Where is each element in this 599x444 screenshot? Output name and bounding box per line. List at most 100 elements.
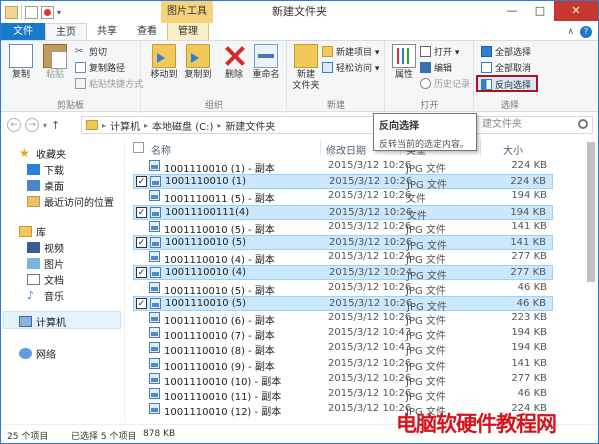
tab-manage[interactable]: 管理 bbox=[167, 23, 209, 40]
file-row[interactable]: ✓ 10011100111(4) 2015/3/12 10:26 文件 194 KB bbox=[133, 204, 553, 222]
row-checkbox[interactable]: ✓ bbox=[136, 176, 147, 188]
address-bar[interactable]: ▸ 计算机 ▸ 本地磁盘 (C:) ▸ 新建文件夹 bbox=[81, 116, 411, 134]
close-button[interactable]: ✕ bbox=[554, 1, 598, 21]
file-row[interactable]: 1001110010 (5) - 副本 2015/3/12 10:26 JPG 文件… bbox=[133, 281, 553, 297]
delete-label: 删除 bbox=[224, 70, 243, 80]
new-folder-qat-icon[interactable] bbox=[41, 5, 54, 19]
file-row[interactable]: 1001110010 (6) - 副本 2015/3/12 10:26 JPG 文件… bbox=[133, 311, 553, 327]
column-date[interactable]: 修改日期 bbox=[326, 142, 366, 157]
rename-button[interactable]: 重命名 bbox=[250, 44, 282, 81]
file-row[interactable]: ✓ 1001110010 (5) 2015/3/12 10:26 JPG 文件 46 K… bbox=[133, 295, 553, 313]
file-row[interactable]: 1001110010 (5) - 副本 2015/3/12 10:26 JPG 文件… bbox=[133, 220, 553, 236]
nav-documents[interactable]: 文档 bbox=[27, 272, 64, 287]
file-type: JPG 文件 bbox=[406, 285, 446, 297]
move-to-button[interactable]: 移动到 bbox=[148, 44, 180, 81]
folder-icon bbox=[5, 5, 18, 19]
minimize-button[interactable]: — bbox=[498, 1, 526, 21]
delete-button[interactable]: 删除 bbox=[218, 44, 250, 81]
copy-path-button[interactable]: 复制路径 bbox=[75, 61, 125, 74]
file-row[interactable]: 1001110010 (7) - 副本 2015/3/12 10:43 JPG 文件… bbox=[133, 326, 553, 342]
chevron-right-icon[interactable]: ▸ bbox=[217, 121, 221, 130]
row-checkbox[interactable]: ✓ bbox=[136, 267, 147, 279]
forward-button[interactable]: → bbox=[25, 118, 39, 132]
tab-file[interactable]: 文件 bbox=[1, 23, 45, 40]
clipboard-group: 复制 粘贴 剪切 复制路径 粘贴快捷方式 剪贴板 bbox=[1, 41, 143, 113]
row-checkbox[interactable]: ✓ bbox=[136, 206, 147, 218]
history-label: 历史记录 bbox=[434, 80, 471, 90]
copy-button[interactable]: 复制 bbox=[5, 44, 37, 81]
select-all-checkbox[interactable] bbox=[133, 142, 144, 153]
nav-favorites-label: 收藏夹 bbox=[36, 150, 66, 161]
file-date: 2015/3/12 10:43 bbox=[328, 342, 412, 354]
copy-to-button[interactable]: 复制到 bbox=[182, 44, 214, 81]
scrollbar-thumb[interactable] bbox=[587, 142, 595, 282]
select-none-button[interactable]: 全部取消 bbox=[481, 61, 531, 74]
help-icon[interactable]: ? bbox=[580, 25, 592, 38]
chevron-right-icon[interactable]: ▸ bbox=[102, 121, 106, 130]
file-name: 1001110010 (10) - 副本 bbox=[164, 376, 282, 388]
collapse-ribbon-icon[interactable]: ∧ bbox=[567, 27, 574, 37]
nav-music[interactable]: ♪ 音乐 bbox=[27, 288, 64, 303]
nav-desktop[interactable]: 桌面 bbox=[27, 178, 64, 193]
breadcrumb-computer[interactable]: 计算机 bbox=[110, 118, 140, 133]
breadcrumb-folder[interactable]: 新建文件夹 bbox=[225, 118, 275, 133]
column-divider[interactable] bbox=[320, 140, 321, 156]
file-row[interactable]: 1001110010 (10) - 副本 2015/3/12 10:26 JPG 文… bbox=[133, 372, 553, 388]
file-row[interactable]: 1001110010 (11) - 副本 2015/3/12 10:26 JPG 文… bbox=[133, 387, 553, 403]
file-row[interactable]: 1001110010 (9) - 副本 2015/3/12 10:26 JPG 文件… bbox=[133, 357, 553, 373]
nav-pictures[interactable]: 图片 bbox=[27, 256, 64, 271]
nav-favorites[interactable]: ★ 收藏夹 bbox=[19, 146, 66, 161]
cut-button[interactable]: 剪切 bbox=[75, 45, 107, 58]
column-name[interactable]: 名称 bbox=[151, 142, 171, 157]
column-divider[interactable] bbox=[480, 140, 481, 156]
breadcrumb-drive[interactable]: 本地磁盘 (C:) bbox=[152, 118, 213, 133]
customize-qat-chevron-icon[interactable]: ▾ bbox=[57, 8, 61, 17]
open-label: 打开 ▾ bbox=[434, 48, 460, 58]
file-row[interactable]: ✓ 1001110010 (1) 2015/3/12 10:26 JPG 文件 224 … bbox=[133, 174, 553, 191]
row-checkbox[interactable]: ✓ bbox=[136, 237, 147, 248]
edit-icon bbox=[420, 62, 431, 73]
nav-recent[interactable]: 最近访问的位置 bbox=[27, 194, 114, 209]
file-date: 2015/3/12 10:24 bbox=[329, 267, 413, 279]
paste-shortcut-button[interactable]: 粘贴快捷方式 bbox=[75, 77, 143, 90]
paste-button[interactable]: 粘贴 bbox=[39, 44, 71, 81]
file-row[interactable]: 1001110011 (5) - 副本 2015/3/12 10:26 文件 194 … bbox=[133, 189, 553, 205]
open-button[interactable]: 打开 ▾ bbox=[420, 45, 459, 58]
select-all-button[interactable]: 全部选择 bbox=[481, 45, 531, 58]
tab-view[interactable]: 查看 bbox=[127, 23, 167, 40]
invert-selection-button[interactable]: 反向选择 bbox=[481, 78, 531, 91]
tab-share[interactable]: 共享 bbox=[87, 23, 127, 40]
file-row[interactable]: ✓ 1001110010 (4) 2015/3/12 10:24 JPG 文件 277 … bbox=[133, 265, 553, 282]
nav-pictures-label: 图片 bbox=[44, 260, 64, 271]
nav-network[interactable]: 网络 bbox=[19, 346, 56, 361]
row-checkbox[interactable]: ✓ bbox=[136, 297, 147, 309]
new-item-button[interactable]: 新建项目 ▾ bbox=[322, 45, 379, 58]
properties-label: 属性 bbox=[394, 70, 413, 80]
nav-videos[interactable]: 视频 bbox=[27, 240, 64, 255]
file-row[interactable]: 1001110010 (4) - 副本 2015/3/12 10:24 JPG 文件… bbox=[133, 250, 553, 267]
edit-button[interactable]: 编辑 bbox=[420, 61, 452, 74]
recent-locations-chevron-icon[interactable]: ▾ bbox=[43, 121, 47, 130]
file-row[interactable]: 1001110010 (1) - 副本 2015/3/12 10:26 JPG 文件… bbox=[133, 159, 553, 175]
nav-computer[interactable]: 计算机 bbox=[19, 314, 66, 329]
maximize-button[interactable]: □ bbox=[526, 1, 554, 21]
up-button[interactable]: ↑ bbox=[51, 119, 60, 132]
file-row[interactable]: ✓ 1001110010 (5) 2015/3/12 10:26 JPG 文件 141 … bbox=[133, 235, 553, 252]
image-file-icon bbox=[149, 312, 160, 323]
new-item-icon bbox=[322, 46, 333, 57]
easy-access-button[interactable]: 轻松访问 ▾ bbox=[322, 61, 379, 74]
chevron-right-icon[interactable]: ▸ bbox=[144, 121, 148, 130]
properties-button[interactable]: 属性 bbox=[388, 44, 420, 81]
tab-home[interactable]: 主页 bbox=[45, 23, 87, 40]
nav-downloads[interactable]: 下载 bbox=[27, 162, 64, 177]
vertical-scrollbar[interactable] bbox=[584, 138, 598, 423]
file-size: 224 KB bbox=[511, 160, 547, 171]
file-type: JPG 文件 bbox=[406, 255, 446, 267]
back-button[interactable]: ← bbox=[7, 118, 21, 132]
new-folder-button[interactable]: 新建 文件夹 bbox=[290, 44, 322, 92]
nav-libraries[interactable]: 库 bbox=[19, 224, 46, 239]
column-size[interactable]: 大小 bbox=[503, 142, 523, 157]
history-button[interactable]: 历史记录 bbox=[420, 77, 470, 90]
file-row[interactable]: 1001110010 (8) - 副本 2015/3/12 10:43 JPG 文件… bbox=[133, 341, 553, 357]
properties-qat-icon[interactable] bbox=[25, 5, 38, 19]
